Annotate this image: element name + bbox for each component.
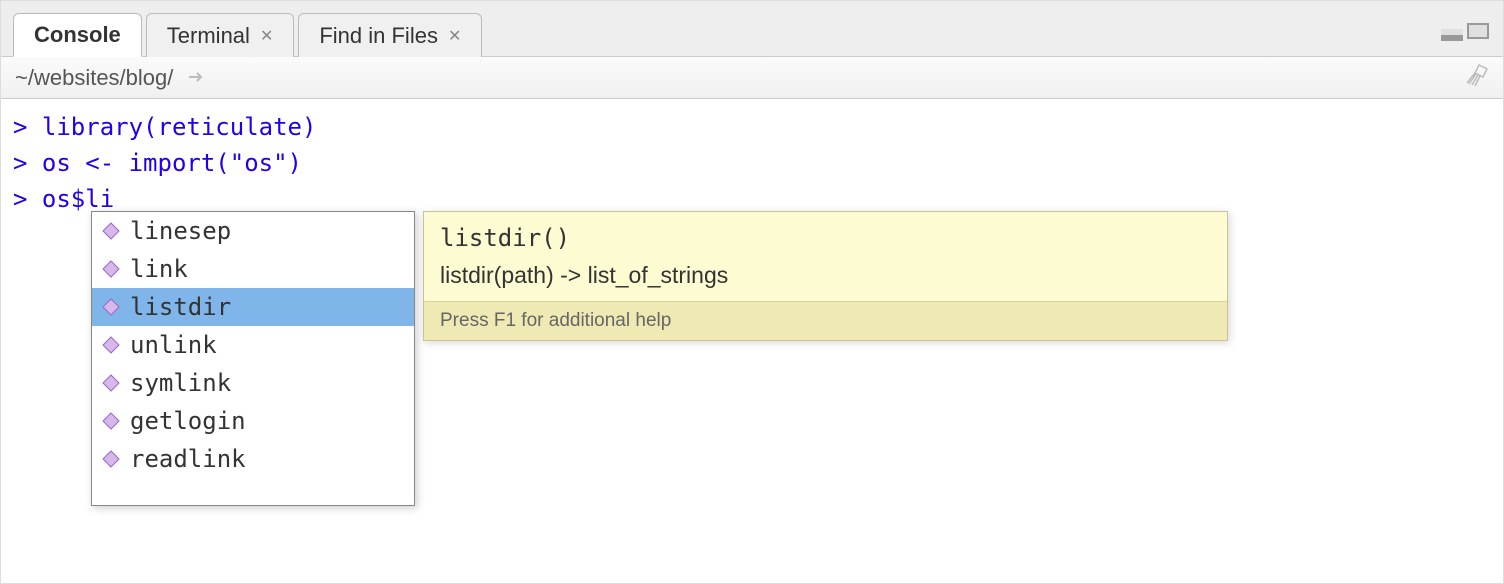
tab-find-in-files[interactable]: Find in Files ✕	[298, 13, 482, 57]
autocomplete-item[interactable]: symlink	[92, 364, 414, 402]
prompt-symbol: >	[13, 113, 27, 141]
tab-label: Terminal	[167, 23, 250, 49]
autocomplete-popup: linesep link listdir unlink	[91, 211, 415, 506]
code-text: library(reticulate)	[42, 113, 317, 141]
pane-controls	[1441, 23, 1489, 41]
value-icon	[102, 298, 120, 316]
autocomplete-label: linesep	[130, 217, 231, 245]
tab-label: Find in Files	[319, 23, 438, 49]
code-text: os <- import("os")	[42, 149, 302, 177]
path-text: ~/websites/blog/	[15, 65, 173, 91]
path-bar: ~/websites/blog/	[1, 57, 1503, 99]
autocomplete-item[interactable]: link	[92, 250, 414, 288]
tooltip-footer: Press F1 for additional help	[424, 301, 1227, 340]
autocomplete-item[interactable]: unlink	[92, 326, 414, 364]
autocomplete-item[interactable]: linesep	[92, 212, 414, 250]
value-icon	[102, 222, 120, 240]
autocomplete-label: readlink	[130, 445, 246, 473]
console-line: > os <- import("os")	[13, 145, 1491, 181]
tab-bar: Console Terminal ✕ Find in Files ✕	[1, 1, 1503, 57]
autocomplete-label: link	[130, 255, 188, 283]
value-icon	[102, 260, 120, 278]
value-icon	[102, 336, 120, 354]
value-icon	[102, 374, 120, 392]
maximize-pane-icon[interactable]	[1467, 23, 1489, 39]
close-icon[interactable]: ✕	[260, 26, 273, 46]
value-icon	[102, 450, 120, 468]
working-directory[interactable]: ~/websites/blog/	[15, 65, 207, 91]
console-output[interactable]: > library(reticulate) > os <- import("os…	[1, 99, 1503, 583]
tooltip-body: listdir() listdir(path) -> list_of_strin…	[424, 212, 1227, 301]
code-text: os$li	[42, 185, 114, 213]
goto-directory-icon[interactable]	[187, 65, 207, 91]
console-panel: Console Terminal ✕ Find in Files ✕ ~/web…	[0, 0, 1504, 584]
autocomplete-item-selected[interactable]: listdir	[92, 288, 414, 326]
tab-terminal[interactable]: Terminal ✕	[146, 13, 295, 57]
value-icon	[102, 412, 120, 430]
clear-console-icon[interactable]	[1463, 61, 1489, 94]
autocomplete-label: symlink	[130, 369, 231, 397]
autocomplete-label: getlogin	[130, 407, 246, 435]
autocomplete-item[interactable]: getlogin	[92, 402, 414, 440]
tab-console[interactable]: Console	[13, 13, 142, 57]
tooltip-signature: listdir()	[440, 224, 1211, 252]
autocomplete-label: unlink	[130, 331, 217, 359]
console-line: > library(reticulate)	[13, 109, 1491, 145]
close-icon[interactable]: ✕	[448, 26, 461, 46]
minimize-pane-icon[interactable]	[1441, 29, 1463, 41]
prompt-symbol: >	[13, 185, 27, 213]
autocomplete-item[interactable]: readlink	[92, 440, 414, 478]
help-tooltip: listdir() listdir(path) -> list_of_strin…	[423, 211, 1228, 341]
tooltip-description: listdir(path) -> list_of_strings	[440, 262, 1211, 289]
tab-label: Console	[34, 22, 121, 48]
prompt-symbol: >	[13, 149, 27, 177]
autocomplete-label: listdir	[130, 293, 231, 321]
